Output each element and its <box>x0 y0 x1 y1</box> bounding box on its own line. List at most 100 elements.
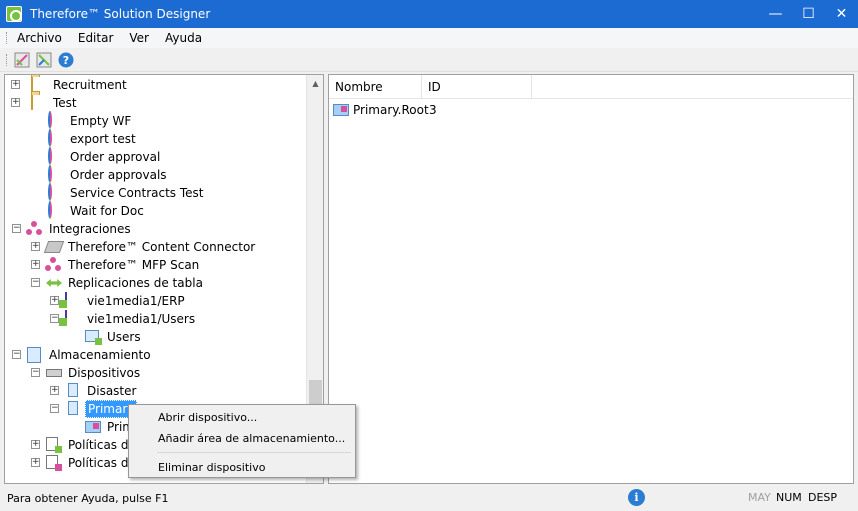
tree-item-label: Replicaciones de tabla <box>68 276 203 290</box>
list-item[interactable]: Primary.Root 3 <box>333 101 437 119</box>
status-help-text: Para obtener Ayuda, pulse F1 <box>7 492 169 505</box>
table-icon <box>85 330 102 345</box>
tree-item-test[interactable]: + Test <box>11 94 79 112</box>
close-button[interactable]: ✕ <box>825 0 858 28</box>
menu-editar[interactable]: Editar <box>70 31 122 45</box>
tree-item-recruitment[interactable]: + Recruitment <box>11 76 129 94</box>
scroll-up-icon[interactable]: ▲ <box>307 75 323 92</box>
window-controls: — ☐ ✕ <box>759 0 858 28</box>
tree-item-primary[interactable]: − Primary <box>50 400 138 418</box>
tree-item-label: Empty WF <box>70 114 132 128</box>
help-icon[interactable]: ? <box>57 51 75 69</box>
scroll-indicator: DESP <box>808 491 838 504</box>
folder-icon <box>31 76 33 92</box>
tree-item-almacenamiento[interactable]: − Almacenamiento <box>12 346 153 364</box>
tree-item-label: Disaster <box>87 384 137 398</box>
storage-device-icon <box>68 401 78 415</box>
tree-item-label: Service Contracts Test <box>70 186 204 200</box>
svg-text:?: ? <box>63 54 69 67</box>
tree-item-dispositivos[interactable]: − Dispositivos <box>31 364 142 382</box>
tree-item-empty-wf[interactable]: Empty WF <box>48 111 133 130</box>
tree-item-politicas-1[interactable]: + Políticas de <box>31 436 138 454</box>
expand-icon[interactable]: + <box>31 440 40 449</box>
caps-indicator: MAY <box>748 491 771 504</box>
expand-icon[interactable]: + <box>50 296 59 305</box>
table-replication-icon <box>46 279 62 287</box>
tree-item-label: Therefore™ Content Connector <box>68 240 256 254</box>
tree-item-label: Order approvals <box>70 168 167 182</box>
tree-item-content-connector[interactable]: + Therefore™ Content Connector <box>31 238 257 256</box>
collapse-icon[interactable]: − <box>12 224 21 233</box>
tree-item-label: Therefore™ MFP Scan <box>68 258 200 272</box>
collapse-icon[interactable]: − <box>50 314 59 323</box>
expand-icon[interactable]: + <box>31 260 40 269</box>
therefore-app-icon <box>6 6 22 22</box>
collapse-icon[interactable]: − <box>50 404 59 413</box>
maximize-button[interactable]: ☐ <box>792 0 825 28</box>
tree-item-label: export test <box>70 132 136 146</box>
tree-item-label: Test <box>53 96 77 110</box>
tree-item-integraciones[interactable]: − Integraciones <box>12 220 133 238</box>
menu-item-abrir-dispositivo[interactable]: Abrir dispositivo... <box>158 411 257 424</box>
designer-tool-icon[interactable] <box>13 51 31 69</box>
info-icon[interactable]: i <box>628 489 645 506</box>
storage-device-icon <box>68 383 78 397</box>
folder-icon <box>31 94 33 110</box>
list-item-name: Primary.Root <box>353 103 429 117</box>
collapse-icon[interactable]: − <box>12 350 21 359</box>
database-replication-icon <box>65 292 67 308</box>
column-header-nombre[interactable]: Nombre <box>329 75 422 99</box>
storage-area-icon <box>333 104 349 116</box>
title-bar: Therefore™ Solution Designer — ☐ ✕ <box>0 0 858 28</box>
tree-item-users[interactable]: Users <box>85 328 143 346</box>
tree-item-label: Wait for Doc <box>70 204 144 218</box>
tree-item-label: Dispositivos <box>68 366 141 380</box>
tree-item-wait-for-doc[interactable]: Wait for Doc <box>48 201 146 220</box>
tree-item-label: Order approval <box>70 150 161 164</box>
workflow-icon <box>48 147 52 165</box>
tree-item-replicaciones-de-tabla[interactable]: − Replicaciones de tabla <box>31 274 205 292</box>
menu-ver[interactable]: Ver <box>121 31 157 45</box>
tree-item-label: vie1media1/ERP <box>87 294 185 308</box>
expand-icon[interactable]: + <box>31 242 40 251</box>
menu-item-eliminar-dispositivo[interactable]: Eliminar dispositivo <box>158 461 265 474</box>
tree-item-vie1media1-erp[interactable]: + vie1media1/ERP <box>50 292 187 310</box>
menu-ayuda[interactable]: Ayuda <box>157 31 210 45</box>
tree-item-disaster[interactable]: + Disaster <box>50 382 138 400</box>
workflow-icon <box>48 111 52 129</box>
list-header: Nombre ID <box>329 75 853 99</box>
tree-item-order-approvals[interactable]: Order approvals <box>48 165 169 184</box>
detail-list[interactable]: Nombre ID Primary.Root 3 <box>328 74 854 484</box>
tree-item-export-test[interactable]: export test <box>48 129 138 148</box>
collapse-icon[interactable]: − <box>31 368 40 377</box>
menu-item-anadir-area[interactable]: Añadir área de almacenamiento... <box>158 432 345 445</box>
workflow-icon <box>48 183 52 201</box>
designer-tool-2-icon[interactable] <box>35 51 53 69</box>
minimize-button[interactable]: — <box>759 0 792 28</box>
policy-icon <box>46 455 62 471</box>
workflow-icon <box>48 165 52 183</box>
expand-icon[interactable]: + <box>11 80 20 89</box>
context-menu: Abrir dispositivo... Añadir área de alma… <box>128 404 356 478</box>
tree-item-mfp-scan[interactable]: + Therefore™ MFP Scan <box>31 256 201 274</box>
tree-item-label: Users <box>107 330 141 344</box>
status-bar: Para obtener Ayuda, pulse F1 <box>0 486 858 511</box>
devices-icon <box>46 369 62 377</box>
column-header-id[interactable]: ID <box>422 75 532 99</box>
toolbar-grip-icon <box>6 53 9 66</box>
expand-icon[interactable]: + <box>11 98 20 107</box>
database-replication-icon <box>65 310 67 326</box>
content-connector-icon <box>43 241 65 253</box>
tree-item-order-approval[interactable]: Order approval <box>48 147 162 166</box>
tree-item-politicas-2[interactable]: + Políticas de <box>31 454 138 472</box>
tree-item-label: Recruitment <box>53 78 127 92</box>
expand-icon[interactable]: + <box>50 386 59 395</box>
expand-icon[interactable]: + <box>31 458 40 467</box>
storage-area-icon <box>85 421 101 433</box>
workflow-icon <box>48 201 52 219</box>
collapse-icon[interactable]: − <box>31 278 40 287</box>
menu-archivo[interactable]: Archivo <box>9 31 70 45</box>
tree-item-label: Almacenamiento <box>49 348 151 362</box>
tree-item-vie1media1-users[interactable]: − vie1media1/Users <box>50 310 197 328</box>
tree-item-service-contracts-test[interactable]: Service Contracts Test <box>48 183 205 202</box>
